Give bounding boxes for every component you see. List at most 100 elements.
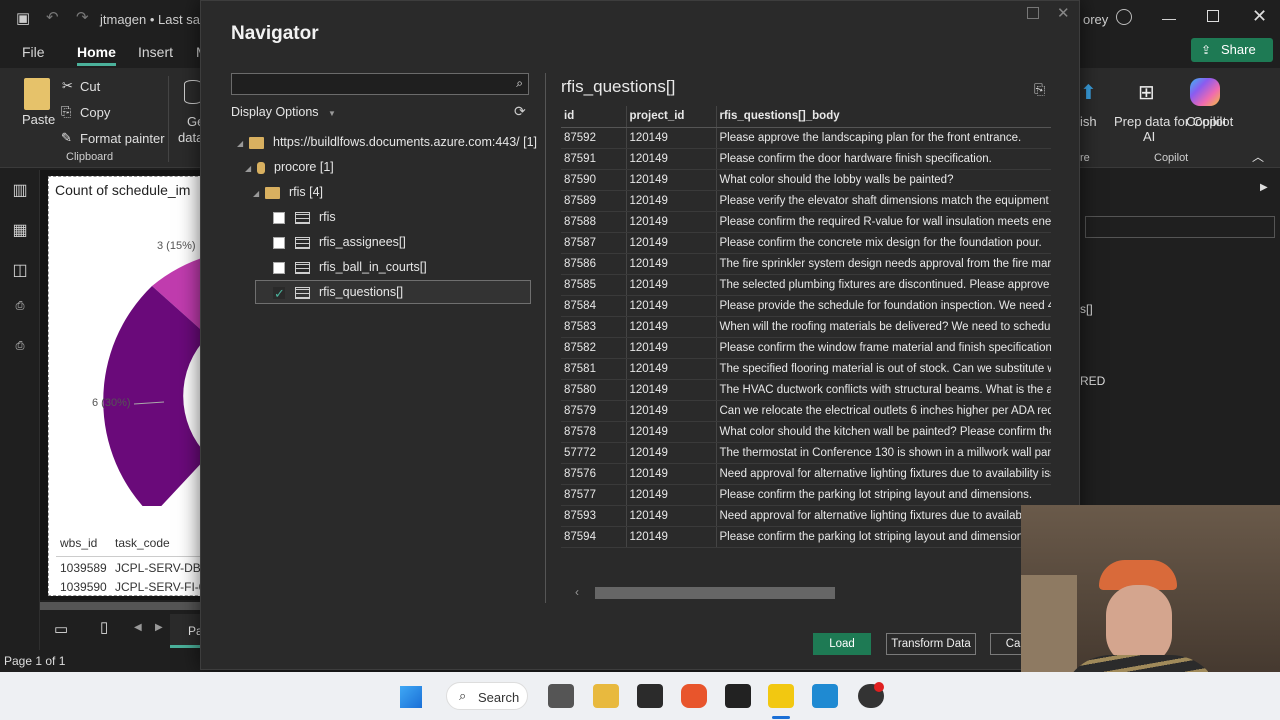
power-bi-icon[interactable] (768, 684, 794, 708)
table-cell[interactable]: 87590 (561, 169, 627, 191)
table-row[interactable]: 87576 120149 Need approval for alternative… (561, 463, 1051, 485)
table-cell[interactable]: 120149 (626, 274, 717, 296)
table-cell[interactable]: 87587 (561, 232, 627, 254)
table-cell[interactable]: 87576 (561, 463, 627, 485)
prep-data-label-2[interactable]: AI (1143, 129, 1155, 144)
table-cell[interactable]: 87579 (561, 400, 627, 422)
dialog-maximize-icon[interactable] (1027, 7, 1039, 19)
table-cell[interactable]: 87591 (561, 148, 627, 170)
restore-icon[interactable] (1207, 10, 1219, 22)
table-cell[interactable]: 120149 (626, 463, 717, 485)
tree-node-table-assignees[interactable]: rfis_assignees[] (273, 231, 406, 253)
tab-insert[interactable]: Insert (138, 44, 173, 60)
table-cell[interactable]: 87592 (561, 127, 627, 149)
table-cell[interactable]: 120149 (626, 295, 717, 317)
table-cell[interactable]: 87585 (561, 274, 627, 296)
next-page-icon[interactable]: ▶ (155, 622, 163, 633)
table-cell[interactable]: Please confirm the parking lot striping … (716, 484, 1051, 506)
table-cell[interactable]: Please verify the elevator shaft dimensi… (716, 190, 1051, 212)
export-preview-icon[interactable]: ⎘ (1034, 81, 1045, 98)
table-cell[interactable]: The fire sprinkler system design needs a… (716, 253, 1051, 275)
scrollbar-thumb[interactable] (595, 587, 835, 599)
table-cell[interactable]: Please confirm the concrete mix design f… (716, 232, 1051, 254)
table-row[interactable]: 87594 120149 Please confirm the parking lo… (561, 526, 1051, 548)
table-row[interactable]: 87590 120149 What color should the lobby w… (561, 169, 1051, 191)
share-button[interactable]: ⇪ Share (1191, 38, 1273, 62)
dax-view-icon[interactable]: ⎙ (10, 300, 30, 320)
pane-field-item[interactable]: s[] (1080, 302, 1093, 316)
tab-home[interactable]: Home (77, 44, 116, 66)
desktop-view-icon[interactable]: ▭ (54, 620, 68, 638)
pane-divider[interactable] (545, 73, 546, 603)
table-cell[interactable]: 87580 (561, 379, 627, 401)
table-cell[interactable]: Please confirm the window frame material… (716, 337, 1051, 359)
report-view-icon[interactable]: ▥ (10, 180, 30, 200)
table-row[interactable]: 87581 120149 The specified flooring materi… (561, 358, 1051, 380)
checkbox-checked[interactable]: ✓ (273, 286, 285, 300)
load-button[interactable]: Load (813, 633, 871, 655)
table-cell[interactable]: The specified flooring material is out o… (716, 358, 1051, 380)
table-row[interactable]: 87579 120149 Can we relocate the electrica… (561, 400, 1051, 422)
table-cell[interactable]: 120149 (626, 505, 717, 527)
tree-node-table-ball-in-courts[interactable]: rfis_ball_in_courts[] (273, 256, 427, 278)
tree-node-table-rfis[interactable]: rfis (273, 206, 336, 228)
cursor-app-icon[interactable] (725, 684, 751, 708)
taskbar-search-box[interactable]: ⌕ Search (446, 682, 528, 710)
file-explorer-icon[interactable] (593, 684, 619, 708)
collapse-ribbon-icon[interactable]: ︿ (1252, 148, 1264, 165)
transform-data-button[interactable]: Transform Data (886, 633, 976, 655)
expand-pane-icon[interactable]: ▶ (1260, 182, 1268, 193)
user-avatar-icon[interactable] (1116, 9, 1132, 25)
tree-node-database[interactable]: ◢ procore [1] (245, 156, 334, 178)
publish-icon[interactable]: ⬆ (1080, 80, 1097, 105)
table-cell[interactable]: 87588 (561, 211, 627, 233)
table-row[interactable]: 87577 120149 Please confirm the parking lo… (561, 484, 1051, 506)
model-view-icon[interactable]: ◫ (10, 260, 30, 280)
horizontal-scrollbar[interactable]: ‹ (571, 585, 1051, 601)
table-cell[interactable]: Please confirm the parking lot striping … (716, 526, 1051, 548)
table-row[interactable]: 87582 120149 Please confirm the window fra… (561, 337, 1051, 359)
table-row[interactable]: 87592 120149 Please approve the landscapin… (561, 127, 1051, 149)
table-row[interactable]: 87585 120149 The selected plumbing fixture… (561, 274, 1051, 296)
checkbox[interactable] (273, 211, 285, 224)
table-cell[interactable]: 87584 (561, 295, 627, 317)
brave-browser-icon[interactable] (681, 684, 707, 708)
undo-icon[interactable]: ↶ (46, 8, 59, 26)
redo-icon[interactable]: ↷ (76, 8, 89, 26)
table-cell[interactable]: 120149 (626, 211, 717, 233)
table-row[interactable]: 87578 120149 What color should the kitchen… (561, 421, 1051, 443)
table-cell[interactable]: 87594 (561, 526, 627, 548)
format-painter-button[interactable]: Format painter (80, 131, 165, 146)
prep-data-icon[interactable]: ⊞ (1138, 80, 1155, 105)
table-row[interactable]: 87591 120149 Please confirm the door hardw… (561, 148, 1051, 170)
vscode-icon[interactable] (812, 684, 838, 708)
paste-icon[interactable] (24, 78, 50, 110)
table-cell[interactable]: 120149 (626, 337, 717, 359)
mobile-view-icon[interactable]: ▯ (100, 618, 108, 636)
table-row[interactable]: 87588 120149 Please confirm the required R… (561, 211, 1051, 233)
table-cell[interactable]: 120149 (626, 169, 717, 191)
save-icon[interactable]: ▣ (16, 9, 30, 27)
table-row[interactable]: 87589 120149 Please verify the elevator sh… (561, 190, 1051, 212)
table-cell[interactable]: 120149 (626, 316, 717, 338)
table-cell[interactable]: 120149 (626, 358, 717, 380)
table-cell[interactable]: 87589 (561, 190, 627, 212)
table-cell[interactable]: 87586 (561, 253, 627, 275)
table-cell[interactable]: The thermostat in Conference 130 is show… (716, 442, 1051, 464)
column-header[interactable]: project_id (626, 106, 717, 128)
table-cell[interactable]: 87583 (561, 316, 627, 338)
table-row[interactable]: 87580 120149 The HVAC ductwork conflicts w… (561, 379, 1051, 401)
scroll-left-icon[interactable]: ‹ (575, 585, 579, 599)
table-cell[interactable]: 87578 (561, 421, 627, 443)
table-cell[interactable]: 120149 (626, 253, 717, 275)
table-view-icon[interactable]: ▦ (10, 220, 30, 240)
copilot-icon[interactable] (1190, 78, 1220, 106)
copy-button[interactable]: Copy (80, 105, 110, 120)
table-cell[interactable]: 120149 (626, 442, 717, 464)
checkbox[interactable] (273, 236, 285, 249)
table-cell[interactable]: 120149 (626, 400, 717, 422)
publish-label[interactable]: ish (1080, 114, 1097, 129)
prev-page-icon[interactable]: ◀ (134, 622, 142, 633)
canvas-scrollbar[interactable] (40, 602, 210, 610)
report-page[interactable]: Count of schedule_im 3 (15%) 6 (30%) wbs… (48, 176, 212, 596)
